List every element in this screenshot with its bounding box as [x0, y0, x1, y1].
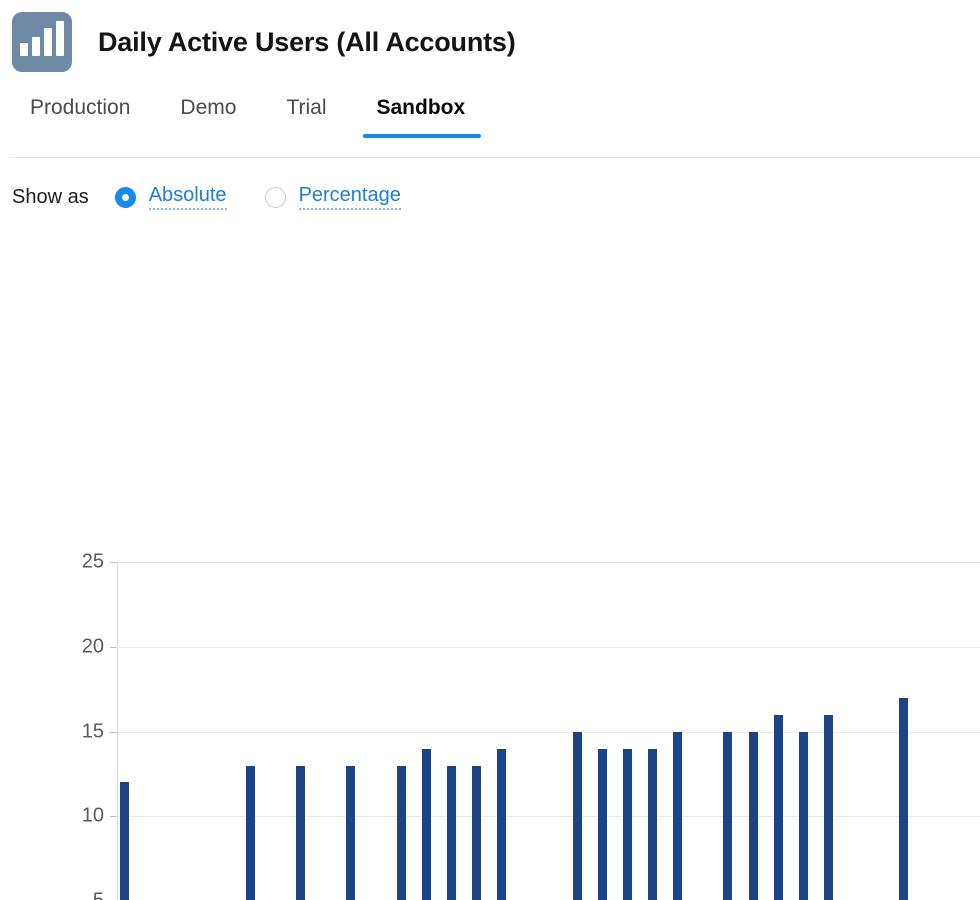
tab-divider	[10, 157, 980, 158]
tab-label: Demo	[180, 96, 237, 119]
tab-trial[interactable]: Trial	[286, 96, 352, 134]
tab-production[interactable]: Production	[30, 96, 156, 134]
bar[interactable]	[421, 748, 431, 900]
tab-label: Production	[30, 96, 131, 119]
tab-label: Trial	[286, 96, 327, 119]
bar-chart-icon	[12, 12, 72, 72]
radio-option-percentage[interactable]: Percentage	[264, 184, 401, 210]
plot-area	[117, 562, 980, 900]
radio-label[interactable]: Percentage	[298, 184, 401, 210]
bar[interactable]	[899, 697, 909, 900]
tab-label: Sandbox	[376, 96, 466, 119]
y-tick-label: 20	[81, 635, 104, 658]
page-header: Daily Active Users (All Accounts)	[0, 0, 980, 72]
y-tick-mark	[110, 816, 117, 818]
page-title: Daily Active Users (All Accounts)	[98, 26, 516, 57]
bar[interactable]	[120, 782, 129, 900]
bar[interactable]	[245, 765, 255, 900]
gridline	[117, 646, 980, 648]
bar[interactable]	[748, 731, 758, 900]
daily-active-users-page: Daily Active Users (All Accounts) Produc…	[0, 0, 980, 900]
bar[interactable]	[472, 765, 481, 900]
tab-demo[interactable]: Demo	[180, 96, 262, 134]
show-as-row: Show as Absolute Percentage	[0, 158, 980, 214]
bar[interactable]	[446, 765, 456, 900]
show-as-radio-group[interactable]: Absolute Percentage	[114, 184, 439, 210]
y-tick-label: 10	[81, 804, 104, 827]
bar[interactable]	[798, 731, 808, 900]
radio-percentage[interactable]	[264, 186, 286, 208]
tab-sandbox[interactable]: Sandbox	[362, 96, 492, 138]
y-tick-mark	[110, 731, 117, 733]
bar[interactable]	[296, 765, 305, 900]
y-tick-mark	[110, 646, 117, 648]
y-tick-label: 5	[93, 890, 104, 900]
gridline	[117, 731, 980, 733]
y-tick-label: 25	[81, 550, 104, 573]
bar[interactable]	[597, 748, 607, 900]
radio-label[interactable]: Absolute	[148, 184, 227, 210]
bar[interactable]	[396, 765, 406, 900]
bar[interactable]	[622, 748, 632, 900]
gridline	[117, 562, 980, 563]
show-as-label: Show as	[12, 185, 89, 208]
tab-bar: Production Demo Trial Sandbox	[0, 96, 980, 158]
bar[interactable]	[648, 748, 657, 900]
radio-absolute[interactable]	[114, 186, 136, 208]
y-tick-label: 15	[81, 720, 104, 743]
bar[interactable]	[346, 765, 356, 900]
y-axis-ticks: 0510152025	[58, 551, 104, 900]
bar[interactable]	[773, 714, 783, 900]
bar[interactable]	[673, 731, 683, 900]
bar[interactable]	[723, 731, 733, 900]
bar[interactable]	[824, 714, 833, 900]
bar-chart: 0510152025 10/02/202010/04/202010/06/202…	[0, 214, 980, 900]
bar[interactable]	[497, 748, 507, 900]
y-tick-mark	[110, 562, 117, 563]
bar[interactable]	[572, 731, 582, 900]
radio-option-absolute[interactable]: Absolute	[114, 184, 227, 210]
